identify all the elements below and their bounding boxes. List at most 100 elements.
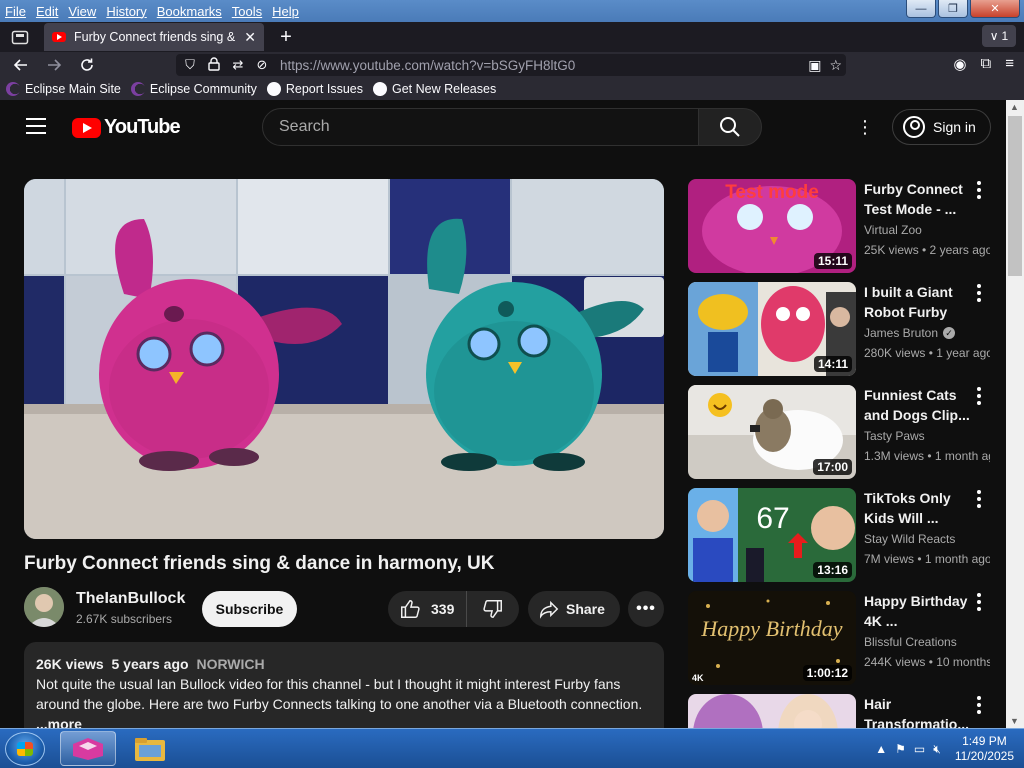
rec-menu-icon[interactable] [974,284,984,305]
show-more-link[interactable]: ...more [36,714,652,728]
bookmark-report-issues[interactable]: Report Issues [266,82,363,96]
rec-thumbnail[interactable]: 17:00 [688,385,856,479]
guide-menu-icon[interactable] [26,118,46,134]
back-button[interactable] [9,53,33,77]
bookmarks-toolbar: Eclipse Main Site Eclipse Community Repo… [0,78,1024,100]
menu-tools[interactable]: Tools [227,4,267,19]
url-bar[interactable]: ⛉ ⇄ ⊘ https://www.youtube.com/watch?v=bS… [176,54,846,76]
list-all-tabs-button[interactable]: ∨ 1 [982,25,1016,47]
menu-view[interactable]: View [63,4,101,19]
bookmark-label: Get New Releases [391,82,497,96]
subscribe-button[interactable]: Subscribe [202,591,297,627]
menu-history[interactable]: History [101,4,151,19]
rec-channel[interactable]: James Bruton ✓ [864,326,956,340]
search-button[interactable] [698,108,762,146]
bookmark-eclipse-community[interactable]: Eclipse Community [130,82,257,96]
rec-menu-icon[interactable] [974,490,984,511]
taskbar-app-explorer[interactable] [122,731,178,766]
app-menu-icon[interactable]: ≡ [1005,55,1014,73]
rec-menu-icon[interactable] [974,387,984,408]
like-button[interactable]: 339 [388,591,467,627]
rec-menu-icon[interactable] [974,593,984,614]
rec-thumbnail[interactable]: Happy Birthday 4K 1:00:12 [688,591,856,685]
rec-title[interactable]: TikToks Only Kids Will ... [864,488,974,528]
menu-edit[interactable]: Edit [31,4,63,19]
sign-in-button[interactable]: Sign in [892,109,991,145]
rec-meta: 1.3M views • 1 month ago [864,449,990,463]
close-window-button[interactable]: ✕ [970,0,1020,18]
rec-title[interactable]: I built a Giant Robot Furby [864,282,974,322]
location-tag[interactable]: NORWICH [196,656,264,672]
video-player[interactable] [24,179,664,539]
rec-title[interactable]: Happy Birthday 4K ... [864,591,974,631]
recommendation-item[interactable]: Test mode 15:11 Furby Connect Test Mode … [688,179,998,282]
reload-button[interactable] [75,53,99,77]
menu-file[interactable]: File [0,4,31,19]
rec-title[interactable]: Funniest Cats and Dogs Clip... [864,385,974,425]
tab-active[interactable]: Furby Connect friends sing & dance in ha… [44,23,264,51]
system-tray: ▲ ⚑ ▭ 🔇︎ 1:49 PM 11/20/2025 [875,729,1014,768]
scrollbar-thumb[interactable] [1008,116,1022,276]
recommendation-item[interactable]: Happy Birthday 4K 1:00:12 Happy Birthday… [688,591,998,694]
settings-kebab-icon[interactable]: ⋮ [856,117,874,137]
search-input[interactable] [263,109,698,145]
more-actions-button[interactable]: ••• [628,591,664,627]
network-icon[interactable]: ▭ [914,742,925,756]
recommendation-item[interactable]: Hair Transformatio... [688,694,998,728]
start-button[interactable] [5,732,45,766]
rec-channel[interactable]: Stay Wild Reacts [864,532,955,546]
bookmark-star-icon[interactable]: ☆ [829,57,842,74]
taskbar-app-browser[interactable] [60,731,116,766]
tab-close-icon[interactable]: ✕ [244,29,256,46]
clock[interactable]: 1:49 PM 11/20/2025 [955,734,1014,764]
rec-menu-icon[interactable] [974,696,984,717]
url-text[interactable]: https://www.youtube.com/watch?v=bSGyFH8l… [280,58,575,73]
recommendation-item[interactable]: 14:11 I built a Giant Robot Furby James … [688,282,998,385]
recommendation-item[interactable]: 67 13:16 TikToks Only Kids Will ... Stay… [688,488,998,591]
maximize-button[interactable]: ❐ [938,0,968,18]
dislike-button[interactable] [467,598,519,620]
action-center-flag-icon[interactable]: ⚑ [895,742,906,756]
menu-bookmarks[interactable]: Bookmarks [152,4,227,19]
youtube-logo[interactable]: YouTube [72,116,181,139]
rec-menu-icon[interactable] [974,181,984,202]
channel-name[interactable]: TheIanBullock [76,590,185,608]
extensions-icon[interactable]: ⧉ [981,55,992,73]
bookmark-get-new-releases[interactable]: Get New Releases [372,82,497,96]
recommendation-item[interactable]: 17:00 Funniest Cats and Dogs Clip... Tas… [688,385,998,488]
rec-thumbnail[interactable]: Test mode 15:11 [688,179,856,273]
shield-icon[interactable]: ⛉ [180,57,200,73]
rec-channel[interactable]: Virtual Zoo [864,223,922,237]
rec-channel[interactable]: Blissful Creations [864,635,957,649]
rec-thumbnail[interactable] [688,694,856,728]
scroll-down-icon[interactable]: ▼ [1010,716,1019,726]
forward-button[interactable] [42,53,66,77]
description-box[interactable]: 26K views 5 years ago NORWICH Not quite … [24,642,664,728]
rec-title[interactable]: Furby Connect Test Mode - ... [864,179,974,219]
rec-thumbnail[interactable]: 14:11 [688,282,856,376]
page-scrollbar[interactable]: ▲ ▼ [1006,100,1024,728]
rec-channel[interactable]: Tasty Paws [864,429,925,443]
sign-in-label: Sign in [933,119,976,135]
minimize-button[interactable]: — [906,0,936,18]
youtube-page: YouTube ⋮ Sign in [0,100,1006,728]
scroll-up-icon[interactable]: ▲ [1010,102,1019,112]
rec-thumbnail[interactable]: 67 13:16 [688,488,856,582]
tab-list-button[interactable] [6,25,34,49]
permissions-icon[interactable]: ⇄ [228,57,248,73]
channel-avatar[interactable] [24,587,64,627]
autoplay-blocked-icon[interactable]: ⊘ [252,57,272,73]
account-icon[interactable]: ◉ [953,55,966,73]
volume-muted-icon[interactable]: 🔇︎ [933,742,941,757]
menu-help[interactable]: Help [267,4,304,19]
lock-icon[interactable] [204,56,224,74]
share-button[interactable]: Share [528,591,620,627]
reader-view-icon[interactable]: ▣ [808,57,821,74]
bookmark-eclipse-main[interactable]: Eclipse Main Site [6,82,121,96]
description-text: Not quite the usual Ian Bullock video fo… [36,676,643,712]
rec-duration: 17:00 [813,459,852,475]
rec-title[interactable]: Hair Transformatio... [864,694,974,728]
show-hidden-icons-icon[interactable]: ▲ [875,742,887,756]
new-tab-button[interactable]: + [274,25,298,49]
thumbs-up-icon [401,600,420,618]
